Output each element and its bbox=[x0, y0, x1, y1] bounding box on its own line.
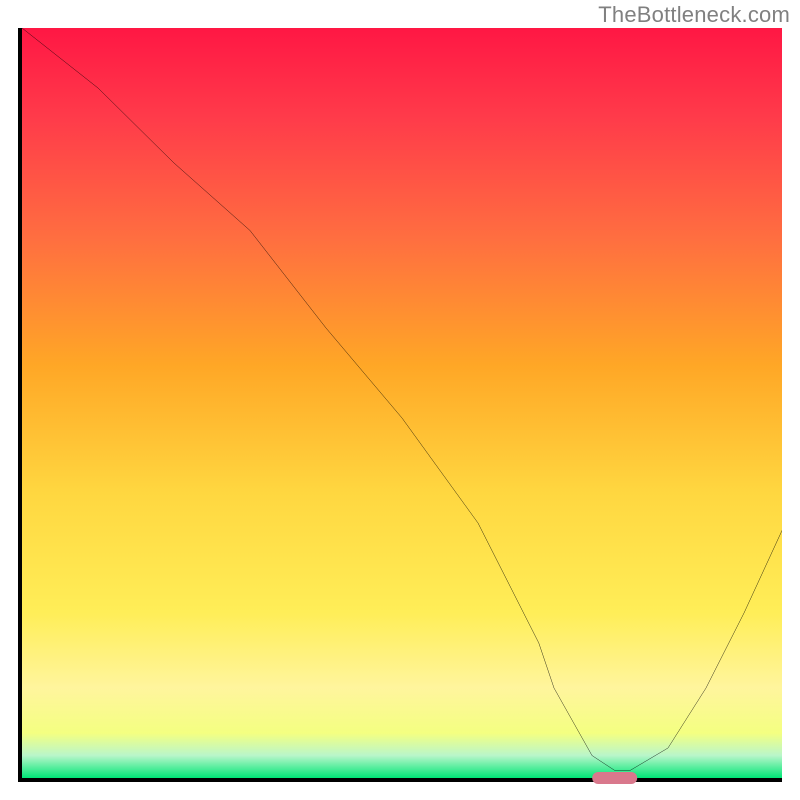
plot-area bbox=[18, 28, 782, 782]
chart-container: TheBottleneck.com bbox=[0, 0, 800, 800]
watermark-label: TheBottleneck.com bbox=[598, 2, 790, 28]
optimal-range-marker bbox=[592, 772, 638, 784]
bottleneck-curve bbox=[22, 28, 782, 778]
